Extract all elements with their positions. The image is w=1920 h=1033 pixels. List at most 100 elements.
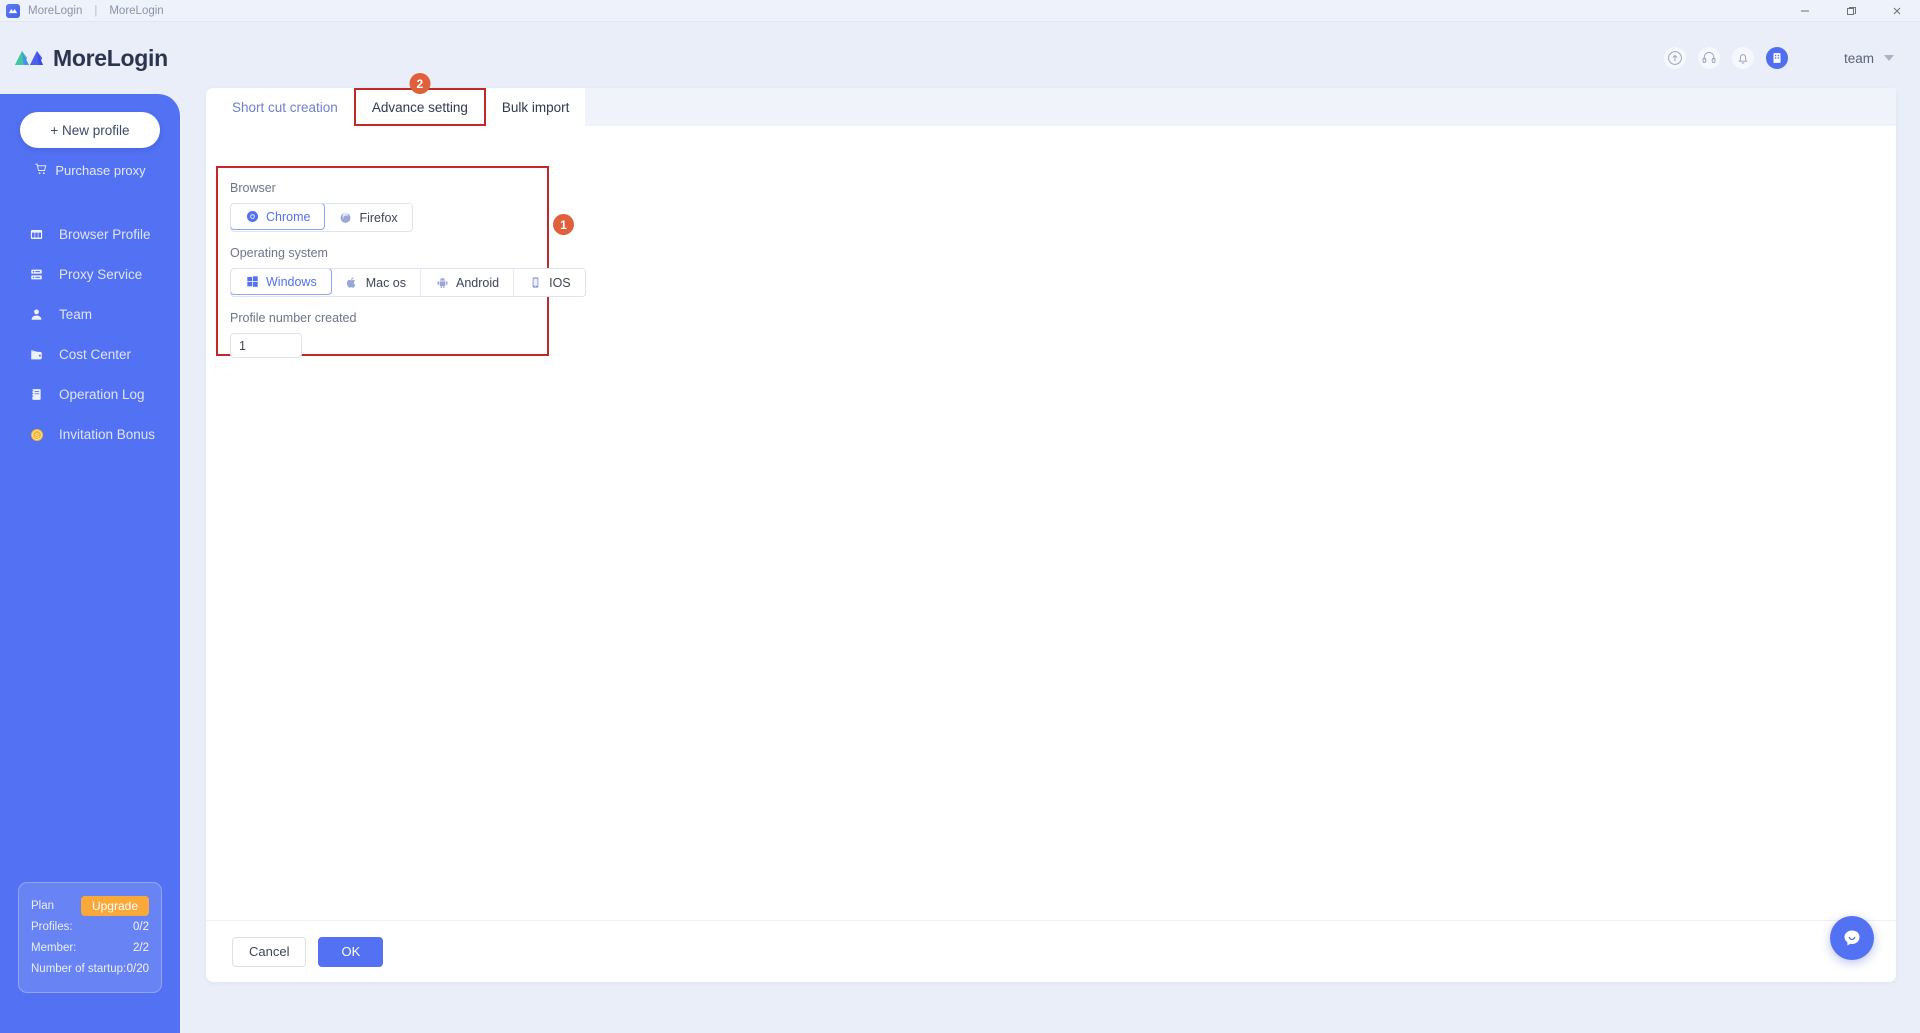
browser-option-label: Chrome [266,209,311,224]
titlebar-separator: | [94,4,98,17]
plan-row-label: Profiles: [31,920,73,933]
os-option-label: Android [456,275,500,290]
maximize-button[interactable] [1828,0,1874,22]
proxy-icon [28,266,45,283]
application-window: MoreLogin | MoreLogin MoreLogin team + N… [0,0,1920,1033]
os-option-mac-os[interactable]: Mac os [330,269,422,296]
sidebar-item-team[interactable]: Team [0,295,180,334]
tab-bulk-import[interactable]: Bulk import [486,88,586,126]
dialog-footer: Cancel OK [206,920,1896,982]
os-option-windows[interactable]: Windows [230,269,332,295]
user-menu[interactable]: team [1844,51,1894,66]
browser-option-chrome[interactable]: Chrome [230,204,326,230]
sidebar-item-label: Operation Log [59,387,145,402]
tab-advance-setting[interactable]: 2 Advance setting [353,73,486,126]
annotation-badge-1: 1 [553,214,574,235]
ok-button[interactable]: OK [318,936,384,967]
sidebar: + New profile Purchase proxy Browser Pro… [0,94,180,1033]
plan-row-value: 0/20 [126,962,149,975]
sidebar-item-proxy-service[interactable]: Proxy Service [0,255,180,294]
close-button[interactable] [1874,0,1920,22]
profile-number-input[interactable] [230,333,302,358]
chat-bubble-icon[interactable] [1830,916,1874,960]
ios-icon [528,276,542,290]
sidebar-item-operation-log[interactable]: Operation Log [0,375,180,414]
cart-icon [34,162,48,179]
upgrade-button[interactable]: Upgrade [80,895,149,916]
plan-row-startup: Number of startup: 0/20 [31,958,149,979]
sidebar-item-label: Team [59,307,93,322]
tab-short-cut-creation[interactable]: Short cut creation [216,88,354,126]
os-option-label: Windows [266,274,317,289]
plan-row-label: Number of startup: [31,962,127,975]
plan-row-label: Member: [31,941,77,954]
user-icon [28,306,45,323]
help-icon[interactable] [1663,47,1686,69]
plan-row-value: 0/2 [133,920,149,933]
morelogin-mark-icon [14,50,44,66]
brand-name: MoreLogin [53,44,168,71]
advance-settings-group: Browser Chrome Firefox Operating system … [216,166,586,358]
title-bar: MoreLogin | MoreLogin [0,0,1920,22]
app-logo-icon [6,3,20,18]
main-panel: Short cut creation 2 Advance setting Bul… [206,73,1896,982]
titlebar-window-title: MoreLogin [109,4,164,17]
chrome-icon [245,210,259,224]
apple-icon [345,276,359,290]
plan-card: Plan Upgrade Profiles: 0/2 Member: 2/2 N… [18,882,162,993]
purchase-proxy-link[interactable]: Purchase proxy [34,162,146,179]
firefox-icon [338,211,352,225]
tab-bar-filler [585,88,1896,126]
header-icon-group [1663,47,1788,69]
user-name: team [1843,50,1874,66]
browser-option-firefox[interactable]: Firefox [324,204,412,231]
chevron-down-icon [1884,55,1894,61]
tab-label: Bulk import [501,99,570,115]
notification-bell-icon[interactable] [1731,47,1754,69]
svg-text:S: S [34,432,38,439]
browser-option-label: Firefox [359,210,398,225]
profile-number-label: Profile number created [230,311,357,325]
operating-system-label: Operating system [230,246,328,260]
os-option-label: Mac os [365,275,407,290]
browser-icon [28,226,45,243]
plan-row-value: 2/2 [133,941,149,954]
wallet-icon [28,346,45,363]
annotation-badge-2: 2 [409,73,431,94]
sidebar-item-label: Invitation Bonus [59,427,156,442]
os-option-android[interactable]: Android [421,269,515,296]
os-option-label: IOS [549,275,571,290]
plan-row-plan: Plan Upgrade [31,895,149,916]
sidebar-nav: Browser Profile Proxy Service Team Cost … [0,215,180,454]
tab-label: Short cut creation [232,99,338,115]
new-profile-button[interactable]: + New profile [20,112,160,148]
purchase-proxy-label: Purchase proxy [55,163,146,178]
titlebar-app-name: MoreLogin [28,4,83,17]
os-option-ios[interactable]: IOS [514,269,585,296]
browser-label: Browser [230,181,276,195]
operating-system-selector: Windows Mac os Android IOS [230,268,586,297]
headset-icon[interactable] [1697,47,1720,69]
sidebar-item-browser-profile[interactable]: Browser Profile [0,215,180,254]
app-header: MoreLogin team [0,22,1920,94]
plan-row-member: Member: 2/2 [31,937,149,958]
tab-label: Advance setting [371,99,468,115]
plan-row-profiles: Profiles: 0/2 [31,916,149,937]
minimize-button[interactable] [1782,0,1828,22]
browser-selector: Chrome Firefox [230,203,413,232]
log-icon [28,386,45,403]
sidebar-item-cost-center[interactable]: Cost Center [0,335,180,374]
android-icon [435,276,449,290]
sidebar-item-label: Browser Profile [59,227,151,242]
sidebar-item-invitation-bonus[interactable]: S Invitation Bonus [0,415,180,454]
sidebar-item-label: Proxy Service [59,267,143,282]
windows-icon [245,275,259,289]
cancel-button[interactable]: Cancel [232,936,307,967]
company-icon[interactable] [1765,47,1788,69]
plan-label: Plan [31,899,55,912]
coin-icon: S [28,426,45,443]
tab-bar: Short cut creation 2 Advance setting Bul… [206,73,1896,126]
brand-logo: MoreLogin [14,45,168,72]
